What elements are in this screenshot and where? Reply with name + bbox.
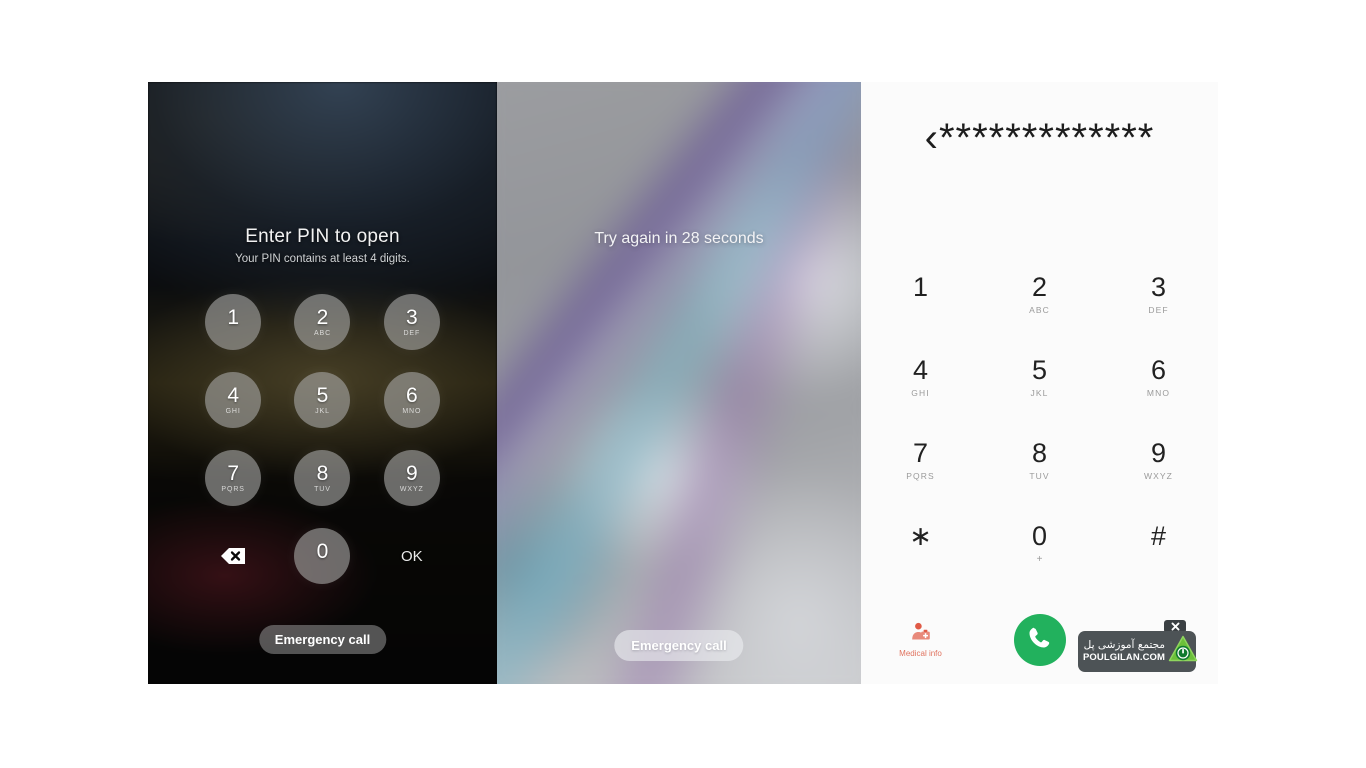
watermark-site-url: POULGILAN.COM bbox=[1083, 651, 1166, 663]
dialer-key-5[interactable]: 5 JKL bbox=[997, 355, 1083, 399]
pin-key-0[interactable]: 0 bbox=[294, 528, 351, 584]
dialer-key-1-digit: 1 bbox=[912, 272, 929, 302]
pin-ok-button[interactable]: OK bbox=[384, 528, 440, 584]
dialer-key-0[interactable]: 0 + bbox=[997, 521, 1083, 566]
pin-key-7[interactable]: 7 PQRS bbox=[205, 450, 262, 506]
pin-key-0-digit: 0 bbox=[316, 539, 329, 563]
dialer-key-hash-digit: # bbox=[1150, 521, 1167, 551]
dialer-key-7-digit: 7 bbox=[912, 438, 929, 468]
pin-key-9-digit: 9 bbox=[405, 461, 418, 485]
dialer-key-9-letters: WXYZ bbox=[1144, 471, 1173, 481]
pin-key-1[interactable]: 1 bbox=[205, 294, 262, 350]
dialer-key-3-digit: 3 bbox=[1150, 272, 1167, 302]
pin-key-2-digit: 2 bbox=[316, 305, 329, 329]
dialer-key-2-letters: ABC bbox=[1029, 305, 1050, 315]
dial-number-display[interactable]: ‹************* bbox=[861, 118, 1218, 158]
dialer-key-3[interactable]: 3 DEF bbox=[1116, 272, 1202, 316]
pin-keypad: 1 2 ABC 3 DEF 4 GHI 5 JKL 6 MNO 7 PQRS 8… bbox=[189, 294, 457, 584]
dialer-key-star-digit: ∗ bbox=[909, 521, 932, 551]
dialer-key-3-letters: DEF bbox=[1148, 305, 1169, 315]
emergency-call-button[interactable]: Emergency call bbox=[614, 630, 744, 661]
pin-lock-screen: Enter PIN to open Your PIN contains at l… bbox=[148, 82, 497, 684]
pin-key-1-digit: 1 bbox=[227, 305, 239, 329]
pin-key-5[interactable]: 5 JKL bbox=[294, 372, 351, 428]
pin-ok-label: OK bbox=[400, 547, 423, 565]
dialer-key-7[interactable]: 7 PQRS bbox=[878, 438, 964, 482]
dialer-key-5-digit: 5 bbox=[1031, 355, 1048, 385]
dialer-key-8[interactable]: 8 TUV bbox=[997, 438, 1083, 482]
pin-key-8-letters: TUV bbox=[314, 485, 331, 493]
pin-key-6[interactable]: 6 MNO bbox=[383, 372, 440, 428]
blurred-wallpaper bbox=[497, 82, 861, 684]
pin-key-5-digit: 5 bbox=[316, 383, 329, 407]
watermark-text-block: مجتمع آموزشی پل POULGILAN.COM bbox=[1083, 639, 1166, 663]
pin-key-9-letters: WXYZ bbox=[399, 485, 424, 493]
dialer-key-8-digit: 8 bbox=[1031, 438, 1048, 468]
pin-key-4-letters: GHI bbox=[225, 407, 241, 415]
pin-backspace-button[interactable] bbox=[205, 528, 261, 584]
dialer-key-6-letters: MNO bbox=[1146, 388, 1171, 398]
dialer-key-2-digit: 2 bbox=[1031, 272, 1048, 302]
dialer-key-9[interactable]: 9 WXYZ bbox=[1116, 438, 1202, 482]
medical-info-label: Medical info bbox=[899, 649, 942, 658]
pin-key-5-letters: JKL bbox=[315, 407, 330, 415]
phone-dialer-screen: ‹************* 1 2 ABC 3 DEF 4 GHI 5 JKL bbox=[861, 82, 1218, 684]
dialer-key-star[interactable]: ∗ bbox=[878, 523, 964, 564]
pin-key-6-letters: MNO bbox=[402, 407, 422, 415]
lockout-timer-screen: Try again in 28 seconds Emergency call bbox=[497, 82, 861, 684]
dialer-key-4-letters: GHI bbox=[911, 388, 930, 398]
watermark-badge[interactable]: مجتمع آموزشی پل POULGILAN.COM bbox=[1078, 631, 1198, 672]
dialer-key-2[interactable]: 2 ABC bbox=[997, 272, 1083, 316]
lockout-message: Try again in 28 seconds bbox=[594, 230, 764, 247]
pin-prompt-subtitle: Your PIN contains at least 4 digits. bbox=[235, 253, 410, 265]
pin-prompt-title: Enter PIN to open bbox=[245, 226, 400, 247]
dialer-keypad: 1 2 ABC 3 DEF 4 GHI 5 JKL 6 MNO 7 PQRS 8… bbox=[861, 272, 1218, 566]
medical-person-icon bbox=[911, 622, 931, 646]
dialer-key-hash[interactable]: # bbox=[1116, 523, 1202, 564]
dialer-key-7-letters: PQRS bbox=[906, 471, 935, 481]
pin-key-2-letters: ABC bbox=[313, 329, 332, 337]
dialer-key-4[interactable]: 4 GHI bbox=[878, 355, 964, 399]
watermark-persian-text: مجتمع آموزشی پل bbox=[1083, 639, 1166, 651]
pin-key-7-digit: 7 bbox=[227, 461, 239, 485]
dialer-key-8-letters: TUV bbox=[1029, 471, 1050, 481]
dialer-key-0-letters: + bbox=[1036, 554, 1043, 565]
pin-key-9[interactable]: 9 WXYZ bbox=[383, 450, 440, 506]
pin-key-6-digit: 6 bbox=[405, 383, 418, 407]
dialer-key-4-digit: 4 bbox=[912, 355, 929, 385]
pin-key-2[interactable]: 2 ABC bbox=[294, 294, 351, 350]
pin-key-4-digit: 4 bbox=[227, 383, 239, 407]
medical-info-button[interactable]: Medical info bbox=[899, 622, 942, 658]
call-button[interactable] bbox=[1013, 614, 1066, 666]
pin-key-8-digit: 8 bbox=[316, 461, 329, 485]
dialer-key-6-digit: 6 bbox=[1150, 355, 1167, 385]
pin-key-4[interactable]: 4 GHI bbox=[205, 372, 262, 428]
dialer-key-0-digit: 0 bbox=[1031, 521, 1048, 551]
dialer-key-9-digit: 9 bbox=[1150, 438, 1167, 468]
pin-key-3-letters: DEF bbox=[403, 329, 421, 337]
dialer-key-1[interactable]: 1 bbox=[878, 274, 964, 315]
watermark-overlay: مجتمع آموزشی پل POULGILAN.COM bbox=[1078, 620, 1198, 672]
screenshot-canvas: Enter PIN to open Your PIN contains at l… bbox=[0, 0, 1366, 768]
pin-key-8[interactable]: 8 TUV bbox=[294, 450, 351, 506]
phone-handset-icon bbox=[1027, 625, 1052, 655]
dialer-key-5-letters: JKL bbox=[1030, 388, 1049, 398]
power-triangle-logo-icon bbox=[1168, 635, 1198, 668]
emergency-call-button[interactable]: Emergency call bbox=[258, 625, 387, 654]
pin-key-3[interactable]: 3 DEF bbox=[383, 294, 440, 350]
pin-key-7-letters: PQRS bbox=[221, 485, 245, 493]
dialer-key-6[interactable]: 6 MNO bbox=[1116, 355, 1202, 399]
pin-key-3-digit: 3 bbox=[405, 305, 418, 329]
backspace-icon bbox=[220, 547, 246, 565]
